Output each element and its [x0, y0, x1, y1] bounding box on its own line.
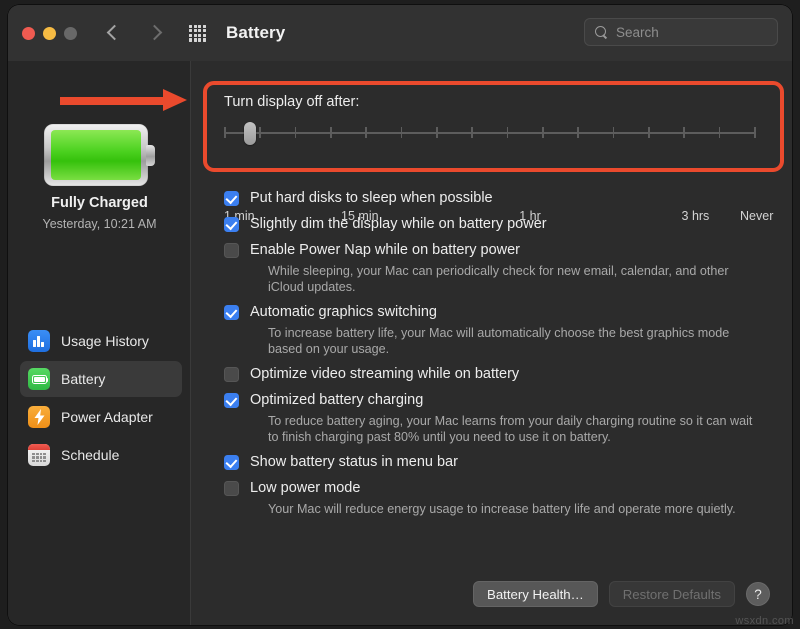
restore-defaults-button[interactable]: Restore Defaults: [609, 581, 735, 607]
search-placeholder: Search: [616, 25, 659, 40]
close-button[interactable]: [22, 27, 35, 40]
slider-tick: [507, 127, 509, 138]
zoom-button[interactable]: [64, 27, 77, 40]
option-row[interactable]: Optimize video streaming while on batter…: [191, 366, 792, 383]
screenshot-root: Battery Search Fully Charged Yesterday, …: [0, 0, 800, 629]
option-row[interactable]: Automatic graphics switching: [191, 304, 792, 321]
option-label: Slightly dim the display while on batter…: [250, 216, 547, 233]
option-row[interactable]: Optimized battery charging: [191, 392, 792, 409]
checkbox-unchecked[interactable]: [224, 243, 239, 258]
option-label: Enable Power Nap while on battery power: [250, 242, 520, 259]
slider-thumb[interactable]: [244, 122, 256, 145]
option-description: To reduce battery aging, your Mac learns…: [268, 413, 758, 445]
slider-tick: [401, 127, 403, 138]
chevron-right-icon[interactable]: [147, 25, 163, 41]
bottom-button-row: Battery Health… Restore Defaults ?: [473, 581, 770, 607]
checkbox-checked[interactable]: [224, 191, 239, 206]
battery-status-title: Fully Charged: [8, 195, 191, 211]
option-description: Your Mac will reduce energy usage to inc…: [268, 501, 758, 517]
battery-icon: [28, 368, 50, 390]
slider-tick: [542, 127, 544, 138]
battery-options-list: Put hard disks to sleep when possible Sli…: [191, 181, 792, 517]
slider-tick: [436, 127, 438, 138]
option-row[interactable]: Slightly dim the display while on batter…: [191, 216, 792, 233]
checkbox-unchecked[interactable]: [224, 481, 239, 496]
checkbox-unchecked[interactable]: [224, 367, 239, 382]
grid-apps-icon[interactable]: [189, 25, 206, 42]
sidebar-item-label: Schedule: [61, 447, 119, 463]
turn-display-off-slider[interactable]: 1 min15 min1 hr3 hrsNever: [224, 123, 756, 143]
slider-tick: [613, 127, 615, 138]
window-titlebar: Battery Search: [8, 5, 792, 61]
main-panel: Turn display off after: 1 min15 min1 hr3…: [191, 61, 792, 625]
checkbox-checked[interactable]: [224, 305, 239, 320]
sidebar-item-label: Usage History: [61, 333, 149, 349]
sidebar: Fully Charged Yesterday, 10:21 AM Usage …: [8, 61, 191, 625]
option-label: Put hard disks to sleep when possible: [250, 190, 493, 207]
slider-tick: [754, 127, 756, 138]
traffic-light-buttons: [22, 27, 77, 40]
search-field[interactable]: Search: [584, 18, 778, 46]
slider-tick: [365, 127, 367, 138]
checkbox-checked[interactable]: [224, 455, 239, 470]
option-label: Low power mode: [250, 480, 360, 497]
sidebar-item-battery[interactable]: Battery: [20, 361, 182, 397]
slider-tick: [577, 127, 579, 138]
option-description: To increase battery life, your Mac will …: [268, 325, 758, 357]
slider-tick: [295, 127, 297, 138]
option-row[interactable]: Show battery status in menu bar: [191, 454, 792, 471]
chevron-left-icon[interactable]: [105, 25, 121, 41]
sidebar-item-usage-history[interactable]: Usage History: [20, 323, 182, 359]
watermark: wsxdn.com: [735, 615, 794, 627]
option-description: While sleeping, your Mac can periodicall…: [268, 263, 758, 295]
bolt-glyph: [33, 409, 46, 425]
checkbox-checked[interactable]: [224, 217, 239, 232]
navigation-buttons: [105, 25, 163, 41]
sidebar-item-schedule[interactable]: Schedule: [20, 437, 182, 473]
slider-track: [224, 132, 756, 134]
search-icon: [595, 26, 608, 39]
red-arrow-right-icon: [60, 89, 195, 111]
option-label: Optimize video streaming while on batter…: [250, 366, 519, 383]
option-label: Show battery status in menu bar: [250, 454, 458, 471]
option-label: Optimized battery charging: [250, 392, 423, 409]
slider-tick: [259, 127, 261, 138]
slider-tick: [224, 127, 226, 138]
sidebar-item-label: Battery: [61, 371, 105, 387]
sidebar-item-power-adapter[interactable]: Power Adapter: [20, 399, 182, 435]
option-label: Automatic graphics switching: [250, 304, 437, 321]
battery-status-subtitle: Yesterday, 10:21 AM: [8, 217, 191, 231]
option-row[interactable]: Enable Power Nap while on battery power: [191, 242, 792, 259]
sidebar-item-label: Power Adapter: [61, 409, 153, 425]
battery-full-icon: [44, 124, 156, 186]
page-title: Battery: [226, 23, 285, 43]
slider-tick: [471, 127, 473, 138]
checkbox-checked[interactable]: [224, 393, 239, 408]
option-row[interactable]: Low power mode: [191, 480, 792, 497]
slider-tick: [719, 127, 721, 138]
slider-tick: [648, 127, 650, 138]
schedule-calendar-icon: [28, 444, 50, 466]
option-row[interactable]: Put hard disks to sleep when possible: [191, 190, 792, 207]
sidebar-nav-list: Usage History Battery Power Adapter: [20, 323, 182, 475]
minimize-button[interactable]: [43, 27, 56, 40]
usage-history-icon: [28, 330, 50, 352]
power-adapter-icon: [28, 406, 50, 428]
turn-display-off-label: Turn display off after:: [224, 94, 359, 110]
help-button[interactable]: ?: [746, 582, 770, 606]
slider-tick: [330, 127, 332, 138]
battery-health-button[interactable]: Battery Health…: [473, 581, 598, 607]
slider-tick: [683, 127, 685, 138]
